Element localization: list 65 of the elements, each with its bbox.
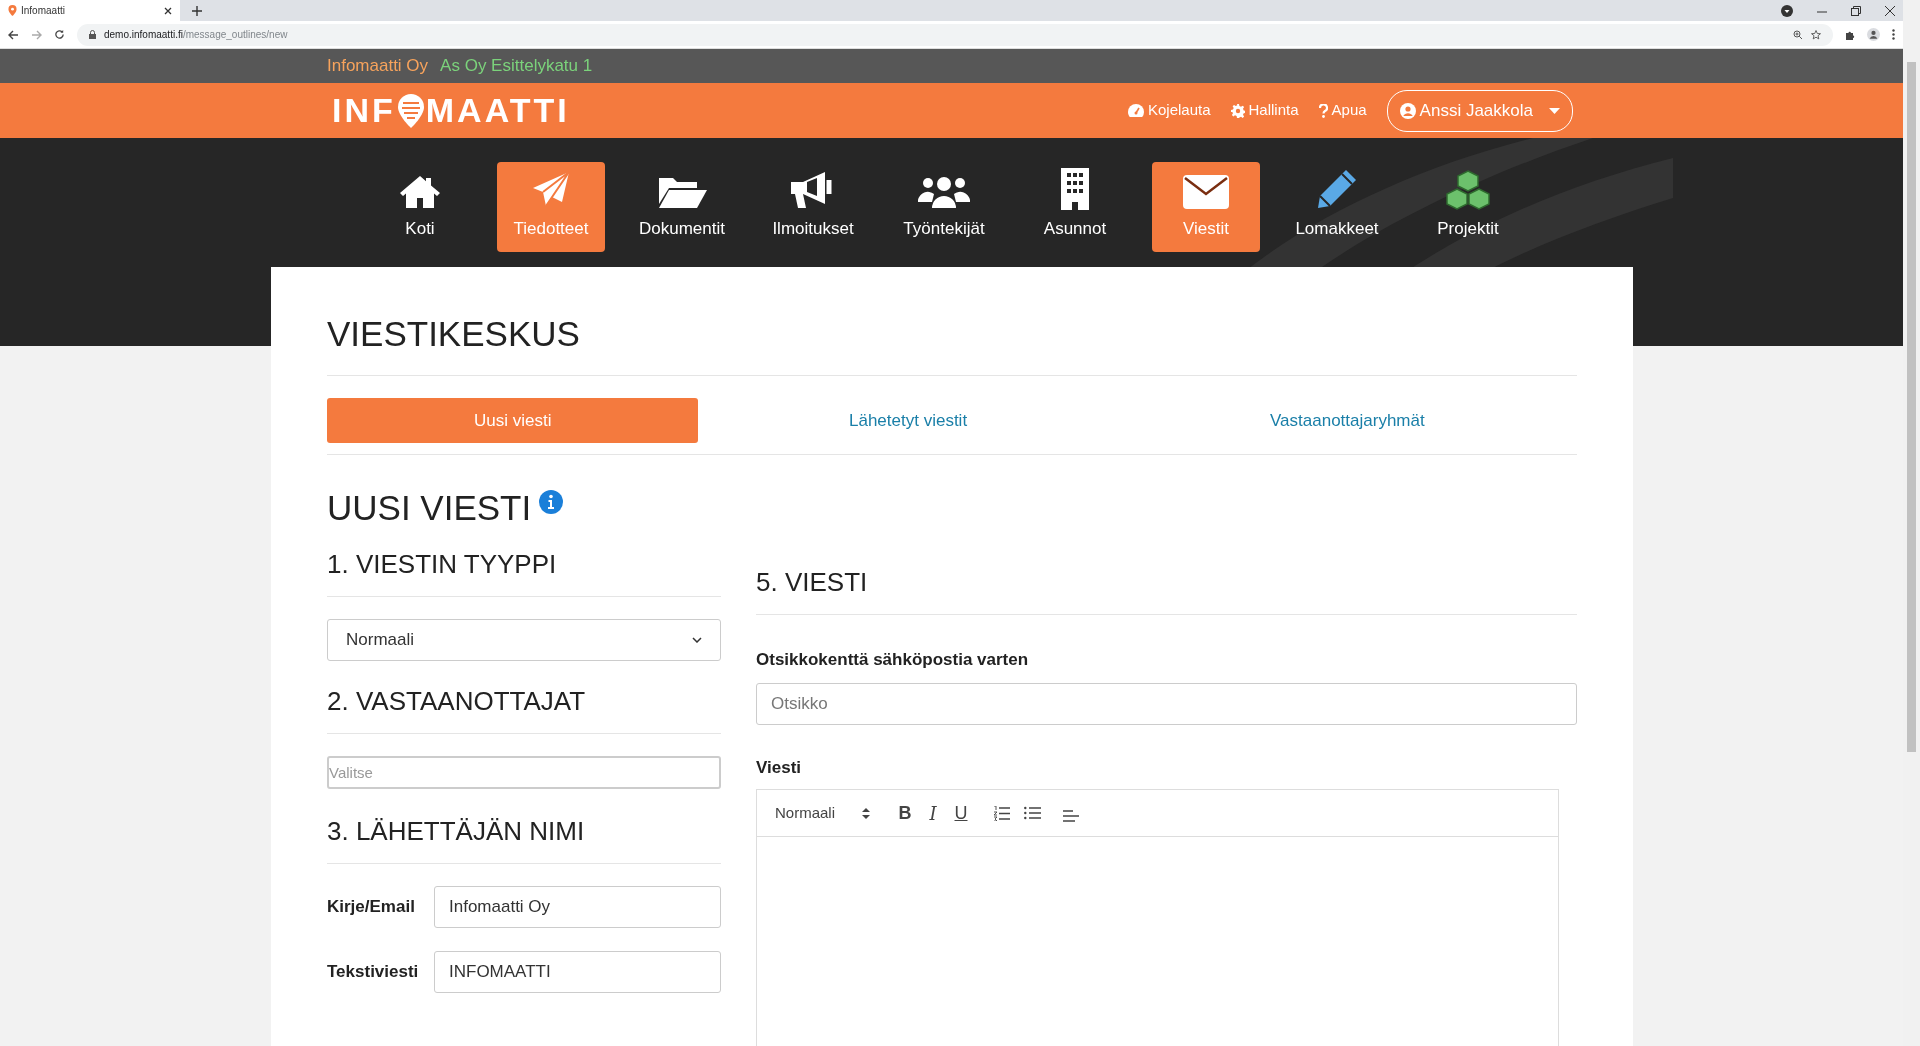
section-heading: 1. VIESTIN TYYPPI xyxy=(327,548,558,581)
envelope-icon xyxy=(1182,173,1230,210)
align-icon[interactable] xyxy=(1063,809,1080,823)
sort-arrows-icon xyxy=(862,807,870,819)
new-tab-icon[interactable] xyxy=(192,6,202,16)
house-icon xyxy=(399,173,441,210)
field-label: Tekstiviesti xyxy=(327,961,420,984)
tab[interactable]: Vastaanottajaryhmät xyxy=(1117,398,1577,443)
info-icon[interactable] xyxy=(539,490,564,514)
field-label: Kirje/Email xyxy=(327,896,416,919)
bullet-list-icon[interactable] xyxy=(1024,806,1041,820)
puzzle-icon[interactable] xyxy=(1845,29,1855,40)
browser-tab[interactable]: Infomaatti xyxy=(0,0,180,21)
text-input[interactable]: Infomaatti Oy xyxy=(434,886,721,928)
dashboard-icon xyxy=(1127,104,1144,117)
pin-icon xyxy=(8,5,17,16)
nav-item[interactable]: Työntekijät xyxy=(890,162,998,252)
help-icon xyxy=(1318,103,1328,118)
nav-item[interactable]: Lomakkeet xyxy=(1283,162,1391,252)
settings-icon xyxy=(1230,103,1245,118)
back-icon[interactable] xyxy=(8,29,19,40)
field-label: Viesti xyxy=(756,756,803,779)
text-input[interactable]: INFOMAATTI xyxy=(434,951,721,993)
tab-title: Infomaatti xyxy=(21,4,66,18)
field-label: Otsikkokenttä sähköpostia varten xyxy=(756,649,1030,671)
type-select[interactable]: Normaali xyxy=(327,619,721,661)
bold-button[interactable]: B xyxy=(891,799,919,827)
reload-icon[interactable] xyxy=(54,29,65,40)
underline-button[interactable]: U xyxy=(947,799,975,827)
pencil-icon xyxy=(1316,167,1358,210)
more-icon[interactable] xyxy=(1892,29,1895,40)
recipients-input[interactable]: Valitse xyxy=(327,756,721,789)
section-heading: 5. VIESTI xyxy=(756,566,869,599)
account-icon[interactable] xyxy=(1867,28,1880,41)
cubes-icon xyxy=(1445,169,1491,210)
numbered-list-icon[interactable] xyxy=(993,805,1010,821)
property-name[interactable]: As Oy Esittelykatu 1 xyxy=(440,53,593,79)
section-heading: 3. LÄHETTÄJÄN NIMI xyxy=(327,815,586,848)
nav-item[interactable]: Ilmoitukset xyxy=(759,162,867,252)
user-icon xyxy=(1399,102,1416,119)
star-icon[interactable] xyxy=(1811,29,1821,40)
caret-icon xyxy=(1549,107,1560,114)
nav-item[interactable]: Asunnot xyxy=(1021,162,1129,252)
form-title: UUSI VIESTI xyxy=(327,487,532,529)
tab[interactable]: Lähetetyt viestit xyxy=(698,398,1118,443)
format-select[interactable]: Normaali xyxy=(775,801,870,825)
building-icon xyxy=(1059,167,1091,210)
restore-icon[interactable] xyxy=(1851,6,1861,16)
address-bar[interactable]: demo.infomaatti.fi/message_outlines/new xyxy=(77,23,1833,46)
close-window-icon[interactable] xyxy=(1885,6,1895,16)
nav-item[interactable]: Koti xyxy=(366,162,474,252)
chevron-down-icon xyxy=(692,637,702,643)
nav-item[interactable]: Dokumentit xyxy=(628,162,736,252)
italic-button[interactable]: I xyxy=(919,799,947,827)
section-heading: 2. VASTAANOTTAJAT xyxy=(327,685,587,718)
subject-input[interactable]: Otsikko xyxy=(756,682,1577,725)
profile-menu-icon[interactable] xyxy=(1781,5,1793,17)
close-icon[interactable] xyxy=(164,6,172,15)
nav-item[interactable]: Projektit xyxy=(1414,162,1522,252)
lock-icon xyxy=(89,30,96,39)
message-editor[interactable]: Normaali B I U xyxy=(756,789,1559,1046)
page-title: VIESTIKESKUS xyxy=(327,313,581,355)
url-text: demo.infomaatti.fi/message_outlines/new xyxy=(104,28,289,42)
company-name[interactable]: Infomaatti Oy xyxy=(327,53,429,79)
zoom-icon[interactable] xyxy=(1793,29,1803,40)
